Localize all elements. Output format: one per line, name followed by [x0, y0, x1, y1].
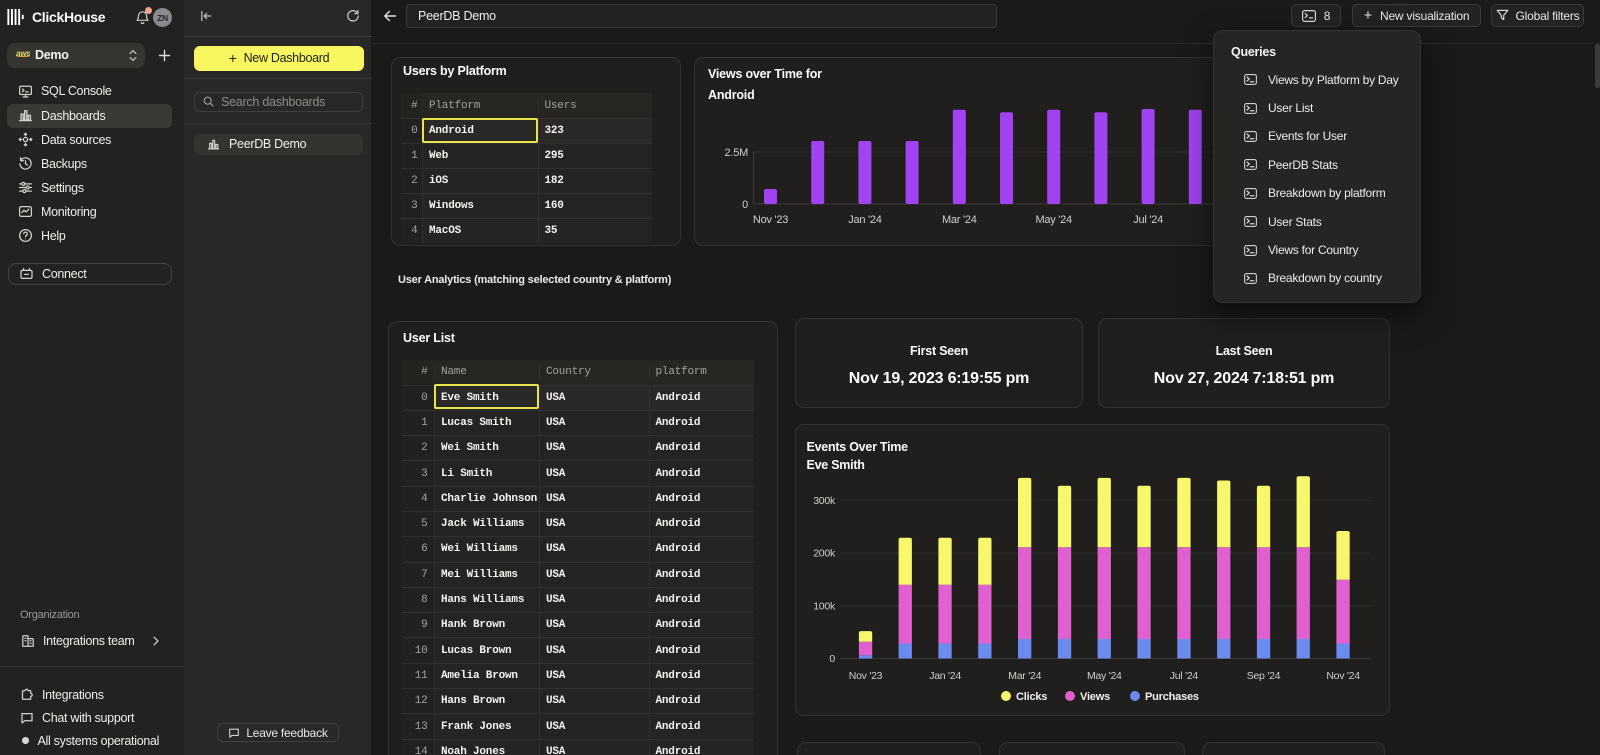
svg-text:May '24: May '24: [1087, 670, 1122, 682]
svg-text:Nov '24: Nov '24: [1326, 670, 1360, 682]
svg-text:Views: Views: [1080, 691, 1110, 703]
svg-text:Jul '24: Jul '24: [1170, 670, 1199, 682]
svg-text:0: 0: [742, 199, 748, 211]
svg-text:2.5M: 2.5M: [725, 147, 749, 159]
svg-text:Nov '23: Nov '23: [849, 670, 883, 682]
svg-text:Jan '24: Jan '24: [929, 670, 961, 682]
svg-text:Mar '24: Mar '24: [942, 214, 977, 226]
svg-text:Clicks: Clicks: [1016, 691, 1047, 703]
svg-text:Sep '24: Sep '24: [1247, 670, 1281, 682]
svg-text:Mar '24: Mar '24: [1008, 670, 1041, 682]
svg-text:Purchases: Purchases: [1145, 691, 1199, 703]
svg-text:0: 0: [829, 653, 835, 665]
svg-text:Jan '24: Jan '24: [848, 214, 882, 226]
svg-text:Nov '23: Nov '23: [753, 214, 788, 226]
svg-text:May '24: May '24: [1035, 214, 1072, 226]
svg-text:300k: 300k: [813, 495, 836, 507]
svg-text:100k: 100k: [813, 601, 836, 613]
svg-text:200k: 200k: [813, 548, 836, 560]
svg-text:Jul '24: Jul '24: [1133, 214, 1163, 226]
